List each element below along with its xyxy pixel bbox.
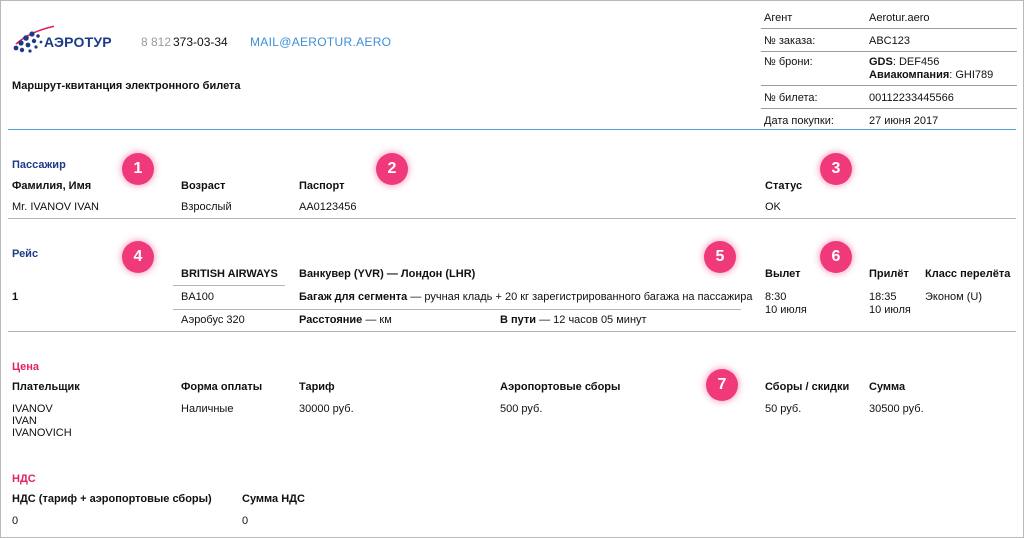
airline-booking-value: : GHI789	[949, 69, 994, 81]
vat-value: 0	[12, 515, 19, 527]
logo: АЭРОТУР	[10, 22, 122, 56]
passenger-age-header: Возраст	[181, 180, 226, 192]
passenger-passport: AA0123456	[299, 201, 357, 213]
flight-divider	[8, 331, 1016, 332]
callout-badge-2: 2	[376, 153, 408, 185]
baggage-line: Багаж для сегмента — ручная кладь + 20 к…	[299, 291, 753, 303]
ticket-value: 00112233445566	[869, 92, 954, 104]
vat-section-title: НДС	[12, 473, 36, 485]
payer-line-2: IVAN	[12, 415, 37, 427]
passenger-name: Mr. IVANOV IVAN	[12, 201, 99, 213]
airline-booking-label: Авиакомпания	[869, 69, 950, 81]
fees-discounts-header: Сборы / скидки	[765, 381, 850, 393]
duration-value: — 12 часов 05 минут	[536, 314, 647, 326]
fees-discounts-value: 50 руб.	[765, 403, 802, 415]
callout-badge-3: 3	[820, 153, 852, 185]
callout-badge-7: 7	[706, 369, 738, 401]
callout-badge-4: 4	[122, 241, 154, 273]
header-divider	[8, 129, 1016, 130]
payer-header: Плательщик	[12, 381, 80, 393]
purchase-date-value: 27 июня 2017	[869, 115, 939, 127]
agent-value: Aerotur.aero	[869, 12, 930, 24]
passenger-passport-header: Паспорт	[299, 180, 345, 192]
logo-text: АЭРОТУР	[44, 34, 112, 50]
passenger-divider	[8, 218, 1016, 219]
duration-line: В пути — 12 часов 05 минут	[500, 314, 647, 326]
vat-header: НДС (тариф + аэропортовые сборы)	[12, 493, 212, 505]
class-header: Класс перелёта	[925, 268, 1011, 280]
callout-badge-1: 1	[122, 153, 154, 185]
class-value: Эконом (U)	[925, 291, 983, 303]
document-title: Маршрут-квитанция электронного билета	[12, 80, 241, 92]
callout-badge-5: 5	[704, 241, 736, 273]
info-row-agent: Агент Aerotur.aero	[761, 6, 1017, 29]
total-header: Сумма	[869, 381, 906, 393]
passenger-age: Взрослый	[181, 201, 232, 213]
departure-header: Вылет	[765, 268, 801, 280]
total-value: 30500 руб.	[869, 403, 924, 415]
purchase-date-label: Дата покупки:	[764, 115, 834, 127]
info-row-ticket: № билета: 00112233445566	[761, 86, 1017, 109]
airport-fees-header: Аэропортовые сборы	[500, 381, 621, 393]
vat-sum-value: 0	[242, 515, 249, 527]
passenger-section-title: Пассажир	[12, 159, 66, 171]
vat-sum-header: Сумма НДС	[242, 493, 305, 505]
gds-line: GDS: DEF456	[869, 56, 939, 68]
duration-label: В пути	[500, 314, 537, 326]
passenger-status-header: Статус	[765, 180, 803, 192]
gds-value: : DEF456	[892, 56, 940, 68]
flight-divider-1	[173, 285, 285, 286]
info-row-date: Дата покупки: 27 июня 2017	[761, 109, 1017, 129]
payment-form-value: Наличные	[181, 403, 234, 415]
phone-prefix: 8 812	[141, 35, 172, 49]
passenger-name-header: Фамилия, Имя	[12, 180, 92, 192]
info-row-order: № заказа: ABC123	[761, 29, 1017, 52]
departure-date: 10 июля	[765, 304, 807, 316]
arrival-date: 10 июля	[869, 304, 911, 316]
distance-line: Расстояние — км	[299, 314, 392, 326]
phone-number[interactable]: 373-03-34	[173, 35, 228, 49]
departure-time: 8:30	[765, 291, 787, 303]
payment-form-header: Форма оплаты	[181, 381, 263, 393]
route: Ванкувер (YVR) — Лондон (LHR)	[299, 268, 476, 280]
flight-section-title: Рейс	[12, 248, 39, 260]
email-link[interactable]: MAIL@AEROTUR.AERO	[250, 35, 391, 49]
ticket-label: № билета:	[764, 92, 818, 104]
aircraft: Аэробус 320	[181, 314, 245, 326]
payer-line-1: IVANOV	[12, 403, 53, 415]
flight-index: 1	[12, 291, 19, 303]
flight-divider-2	[173, 309, 741, 310]
airport-fees-value: 500 руб.	[500, 403, 543, 415]
arrival-header: Прилёт	[869, 268, 909, 280]
arrival-time: 18:35	[869, 291, 897, 303]
passenger-status: OK	[765, 201, 781, 213]
order-value: ABC123	[869, 35, 910, 47]
callout-badge-6: 6	[820, 241, 852, 273]
tariff-header: Тариф	[299, 381, 335, 393]
baggage-label: Багаж для сегмента	[299, 291, 408, 303]
booking-label: № брони:	[764, 56, 813, 68]
payer-line-3: IVANOVICH	[12, 427, 72, 439]
distance-label: Расстояние	[299, 314, 363, 326]
baggage-value: — ручная кладь + 20 кг зарегистрированно…	[407, 291, 753, 303]
info-row-booking: № брони: GDS: DEF456 Авиакомпания: GHI78…	[761, 52, 1017, 86]
flight-number: BA100	[181, 291, 215, 303]
tariff-value: 30000 руб.	[299, 403, 354, 415]
airline-line: Авиакомпания: GHI789	[869, 69, 993, 81]
airline-name: BRITISH AIRWAYS	[181, 268, 278, 280]
distance-value: — км	[362, 314, 392, 326]
gds-label: GDS	[869, 56, 893, 68]
order-label: № заказа:	[764, 35, 816, 47]
agent-label: Агент	[764, 12, 793, 24]
price-section-title: Цена	[12, 361, 40, 373]
